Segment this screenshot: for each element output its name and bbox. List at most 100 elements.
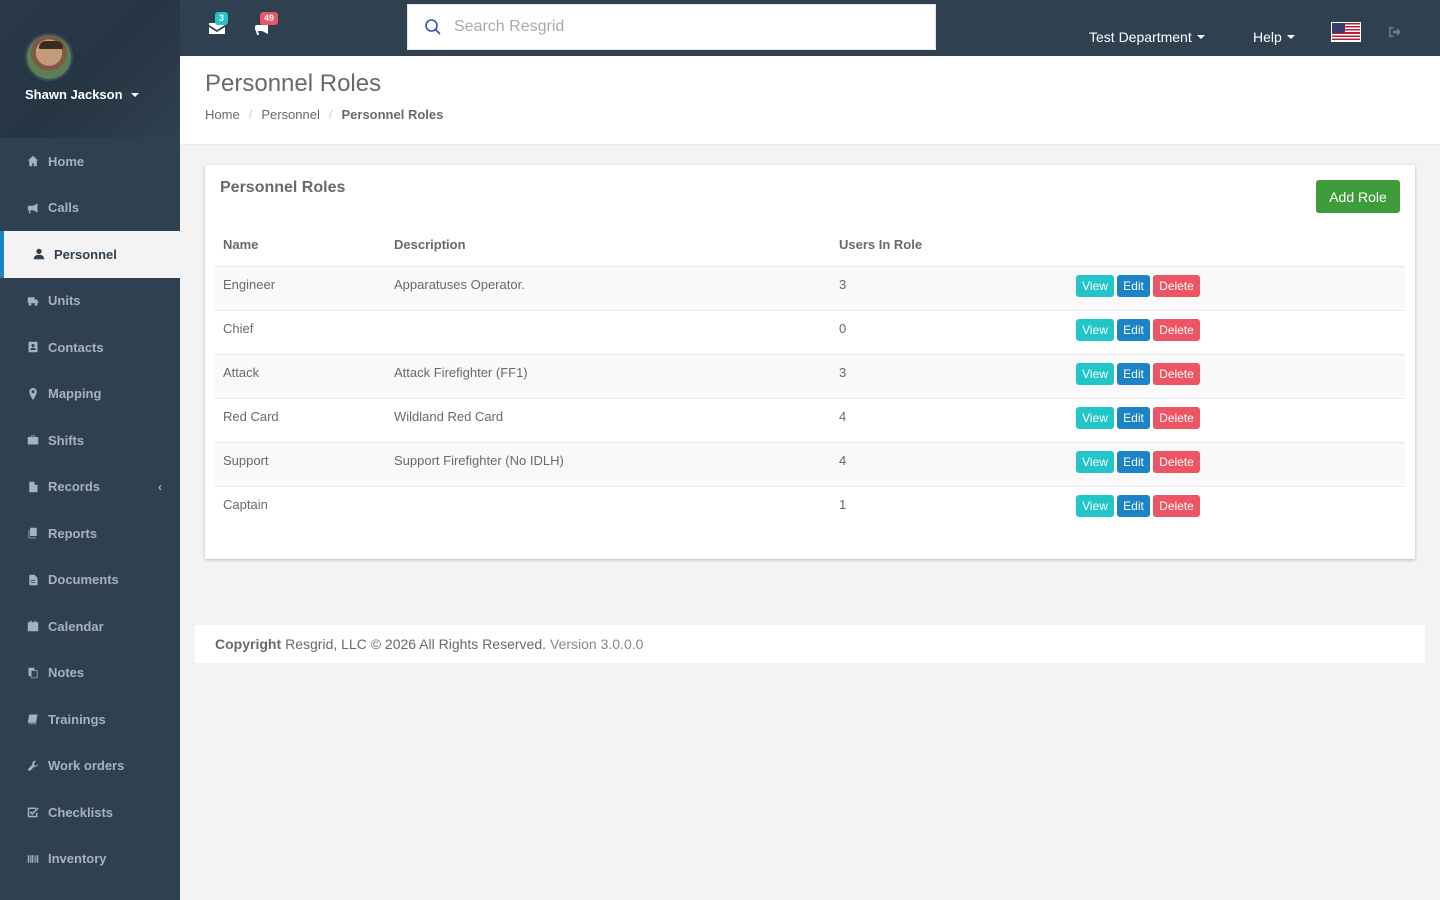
panel-title: Personnel Roles [220,179,346,196]
column-header-users[interactable]: Users In Role [831,224,1068,267]
role-name: Support [215,442,386,487]
edit-button[interactable]: Edit [1117,362,1150,385]
sidebar-item-label: Units [48,293,81,309]
search-input[interactable] [454,18,894,36]
messages-button[interactable]: 3 [209,12,229,36]
sidebar-item-label: Notes [48,665,85,681]
calls-count-badge: 49 [260,12,279,25]
sidebar-item-units[interactable]: Units [0,278,180,325]
role-name: Chief [215,310,386,355]
sidebar-item-work-orders[interactable]: Work orders [0,743,180,790]
barcode-icon [25,852,41,866]
department-dropdown[interactable]: Test Department [1089,29,1205,45]
sidebar-item-label: Trainings [48,711,106,727]
sidebar-item-label: Home [48,153,85,169]
edit-button[interactable]: Edit [1117,450,1150,473]
check-square-icon [25,805,41,819]
sidebar-item-home[interactable]: Home [0,138,180,185]
column-header-name[interactable]: Name [215,224,386,267]
sidebar-item-label: Records [48,479,101,495]
sidebar-item-label: Inventory [48,851,107,867]
delete-button[interactable]: Delete [1153,494,1200,517]
address-book-icon [25,340,41,354]
delete-button[interactable]: Delete [1153,406,1200,429]
flag-canton [1332,23,1345,33]
role-description: Wildland Red Card [386,398,831,443]
role-name: Red Card [215,398,386,443]
sidebar: Shawn Jackson Home Calls Personnel Units… [0,0,180,900]
view-button[interactable]: View [1076,362,1114,385]
role-users-count: 0 [831,310,1068,355]
chevron-down-icon [1196,35,1205,39]
footer: Copyright Resgrid, LLC © 2026 All Rights… [195,625,1425,663]
avatar[interactable] [25,33,73,81]
page-heading: Personnel Roles Home / Personnel / Perso… [180,56,1440,145]
view-button[interactable]: View [1076,318,1114,341]
edit-button[interactable]: Edit [1117,318,1150,341]
row-actions: View Edit Delete [1068,310,1405,355]
table-row: Chief 0 View Edit Delete [215,310,1405,355]
add-role-button[interactable]: Add Role [1316,180,1400,213]
column-header-description[interactable]: Description [386,224,831,267]
column-header-actions [1068,224,1405,267]
edit-button[interactable]: Edit [1117,274,1150,297]
row-actions: View Edit Delete [1068,442,1405,487]
sidebar-item-records[interactable]: Records ‹ [0,464,180,511]
logout-button[interactable] [1389,26,1403,38]
user-name: Shawn Jackson [25,87,123,102]
calls-button[interactable]: 49 [254,12,279,39]
sidebar-item-notes[interactable]: Notes [0,650,180,697]
role-users-count: 3 [831,354,1068,399]
role-users-count: 4 [831,398,1068,443]
sidebar-item-contacts[interactable]: Contacts [0,324,180,371]
bullhorn-icon [254,22,270,39]
breadcrumb-current: Personnel Roles [341,107,444,122]
role-name: Attack [215,354,386,399]
view-button[interactable]: View [1076,274,1114,297]
calendar-icon [25,619,41,633]
sidebar-item-label: Work orders [48,758,125,774]
sidebar-item-mapping[interactable]: Mapping [0,371,180,418]
view-button[interactable]: View [1076,450,1114,473]
delete-button[interactable]: Delete [1153,362,1200,385]
sidebar-item-inventory[interactable]: Inventory [0,836,180,883]
briefcase-icon [25,433,41,447]
role-users-count: 4 [831,442,1068,487]
breadcrumb-personnel[interactable]: Personnel [261,107,320,122]
sidebar-item-reports[interactable]: Reports [0,510,180,557]
role-description: Attack Firefighter (FF1) [386,354,831,399]
breadcrumb-home[interactable]: Home [205,107,240,122]
delete-button[interactable]: Delete [1153,274,1200,297]
role-description: Apparatuses Operator. [386,266,831,311]
us-flag-icon[interactable] [1331,22,1361,42]
row-actions: View Edit Delete [1068,266,1405,311]
file-icon [25,480,41,494]
breadcrumb-separator: / [248,107,253,122]
sidebar-item-personnel[interactable]: Personnel [0,231,180,278]
sidebar-item-documents[interactable]: Documents [0,557,180,604]
messages-count-badge: 3 [215,12,229,25]
delete-button[interactable]: Delete [1153,318,1200,341]
user-menu[interactable]: Shawn Jackson [25,87,139,102]
view-button[interactable]: View [1076,494,1114,517]
delete-button[interactable]: Delete [1153,450,1200,473]
breadcrumb: Home / Personnel / Personnel Roles [205,107,443,122]
role-name: Captain [223,496,268,512]
version-text: Version 3.0.0.0 [550,636,644,652]
sidebar-item-label: Personnel [54,246,117,262]
view-button[interactable]: View [1076,406,1114,429]
sidebar-item-label: Reports [48,525,98,541]
sidebar-item-calls[interactable]: Calls [0,185,180,232]
edit-button[interactable]: Edit [1117,406,1150,429]
sidebar-item-trainings[interactable]: Trainings [0,696,180,743]
table-row: Red Card Wildland Red Card 4 View Edit D… [215,398,1405,443]
edit-button[interactable]: Edit [1117,494,1150,517]
role-name: Engineer [215,266,386,311]
home-icon [25,154,41,168]
sidebar-item-shifts[interactable]: Shifts [0,417,180,464]
help-dropdown[interactable]: Help [1253,29,1295,45]
sidebar-item-calendar[interactable]: Calendar [0,603,180,650]
role-description: Support Firefighter (No IDLH) [386,442,831,487]
sidebar-item-checklists[interactable]: Checklists [0,789,180,836]
top-navbar: 3 49 Test Department Help [180,0,1440,56]
